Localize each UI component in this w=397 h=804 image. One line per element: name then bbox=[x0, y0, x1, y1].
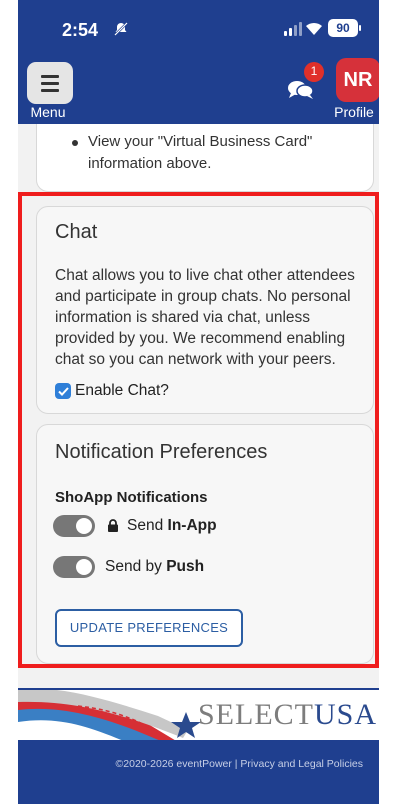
left-margin bbox=[0, 0, 18, 804]
wifi-icon bbox=[306, 22, 322, 35]
logo-select-text: SELECT bbox=[198, 698, 314, 731]
footer: ©2020-2026 eventPower | Privacy and Lega… bbox=[18, 740, 379, 804]
bell-muted-icon bbox=[114, 22, 128, 36]
logo-usa-text: USA bbox=[314, 698, 378, 731]
hamburger-icon-bar bbox=[41, 88, 59, 92]
chat-notification-badge: 1 bbox=[304, 62, 324, 82]
menu-button[interactable] bbox=[27, 62, 73, 104]
right-margin bbox=[379, 0, 397, 804]
status-time: 2:54 bbox=[62, 20, 99, 40]
info-line-2: information above. bbox=[88, 155, 212, 172]
menu-label[interactable]: Menu bbox=[18, 104, 78, 120]
profile-label[interactable]: Profile bbox=[328, 104, 379, 120]
profile-button[interactable]: NR bbox=[336, 58, 379, 102]
app-header: 2:54 90 Menu 1 NR Profile bbox=[18, 0, 379, 124]
app-view: 2:54 90 Menu 1 NR Profile View your "Vir… bbox=[18, 0, 379, 804]
hamburger-icon-bar bbox=[41, 74, 59, 78]
info-line-1: View your "Virtual Business Card" bbox=[88, 133, 313, 150]
bullet-icon bbox=[72, 140, 78, 146]
selectusa-logo: SELECTUSA bbox=[198, 698, 377, 732]
hamburger-icon-bar bbox=[41, 81, 59, 85]
signal-icon bbox=[284, 22, 302, 36]
phone-screen: 2:54 90 Menu 1 NR Profile View your "Vir… bbox=[0, 0, 397, 804]
footer-logo-band: SELECTUSA bbox=[18, 688, 379, 740]
highlight-frame bbox=[18, 192, 379, 668]
footer-copyright[interactable]: ©2020-2026 eventPower | Privacy and Lega… bbox=[18, 758, 379, 770]
battery-indicator: 90 bbox=[328, 19, 361, 37]
